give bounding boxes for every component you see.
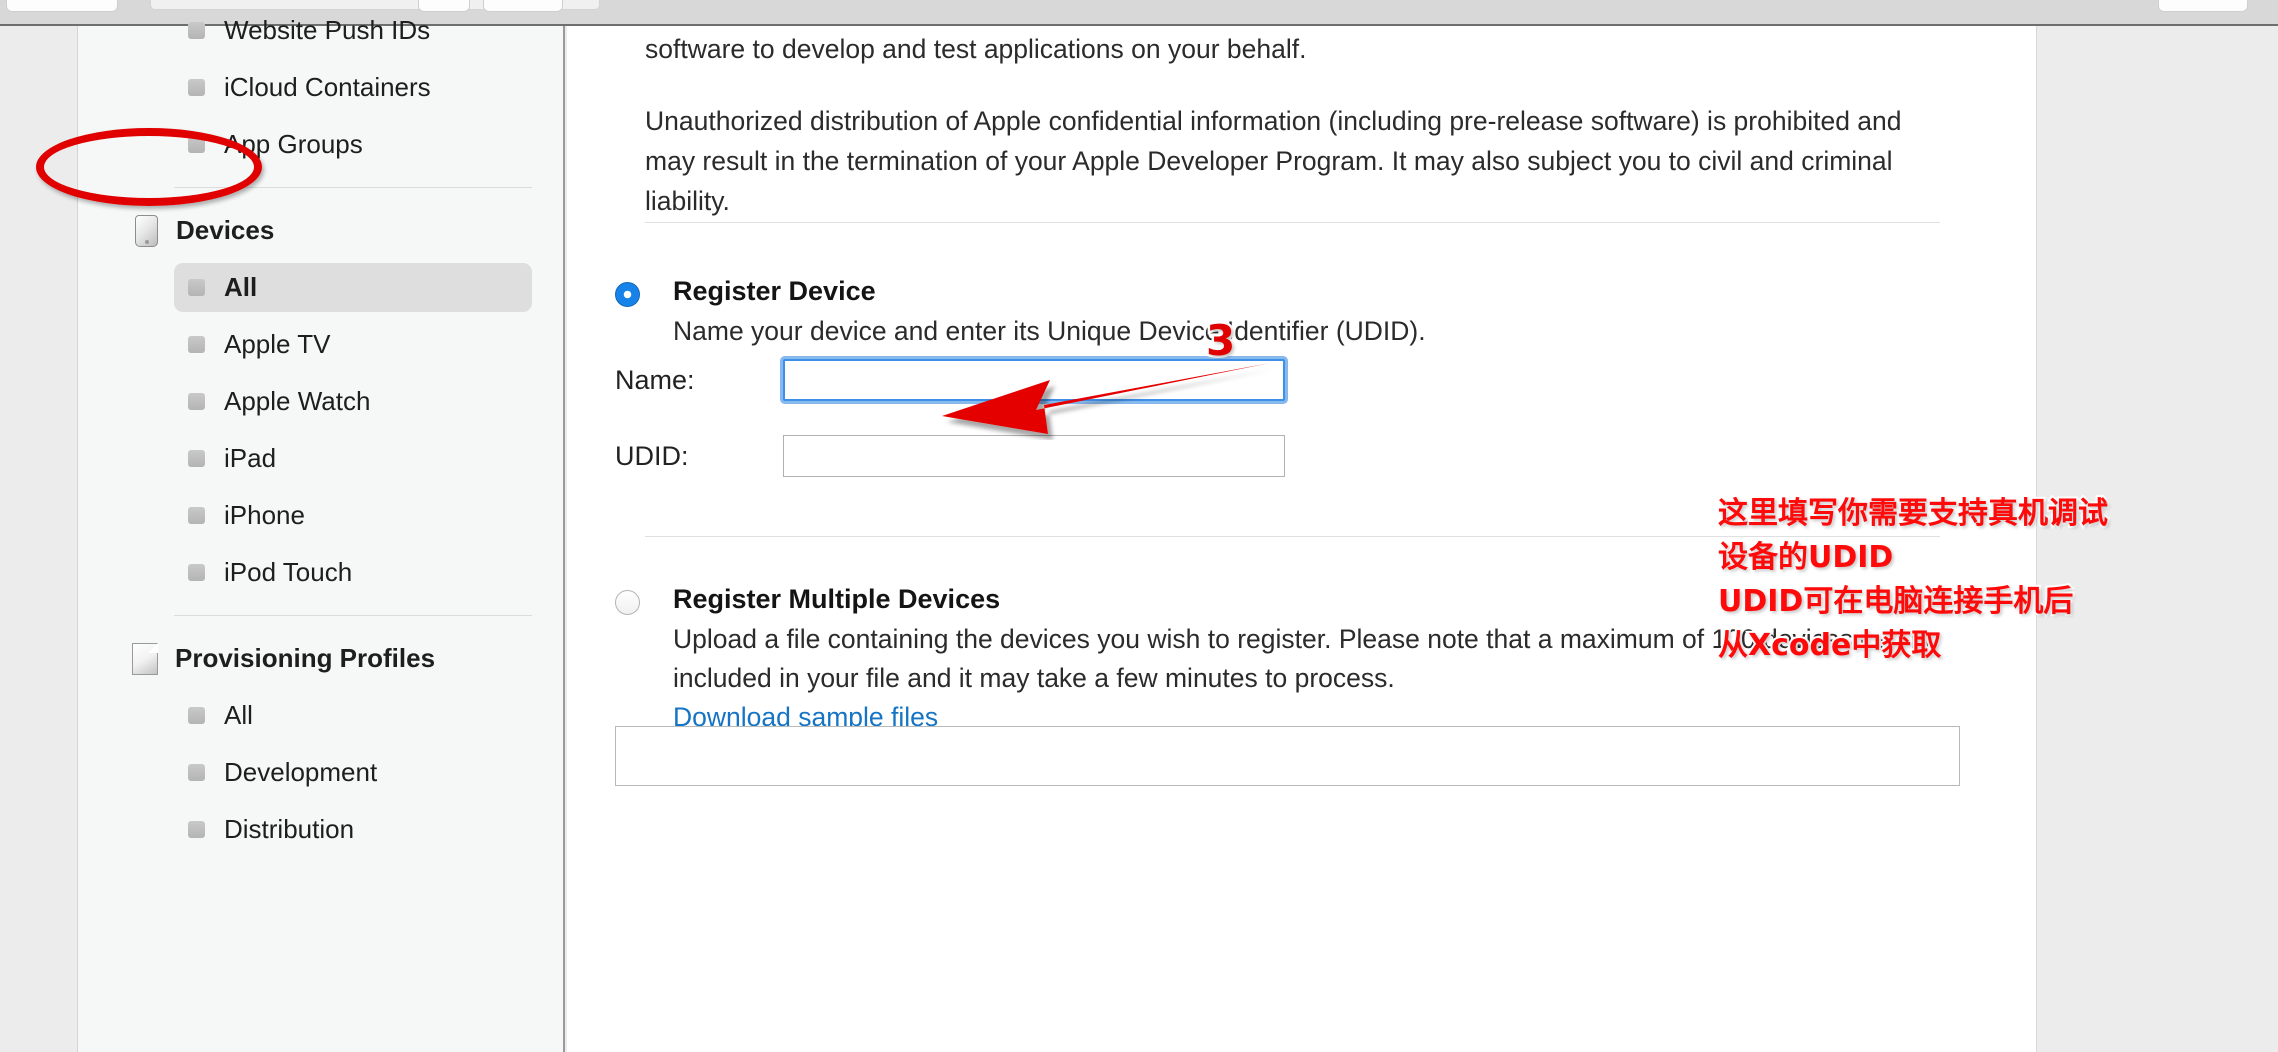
bullet-icon [188, 707, 205, 724]
register-multiple-title: Register Multiple Devices [673, 584, 1001, 614]
register-device-description: Name your device and enter its Unique De… [673, 316, 1426, 346]
bullet-icon [188, 393, 205, 410]
sidebar-item-profiles-development[interactable]: Development [78, 744, 563, 801]
sidebar-item-profiles-distribution[interactable]: Distribution [78, 801, 563, 858]
sidebar: Website Push IDs iCloud Containers App G… [77, 15, 565, 1052]
sidebar-item-label: iPad [224, 443, 277, 473]
sidebar-group-label: Devices [176, 215, 275, 245]
sidebar-item-devices-all[interactable]: All [78, 259, 563, 316]
name-input[interactable] [783, 359, 1285, 401]
bullet-icon [188, 279, 205, 296]
sidebar-item-ipod-touch[interactable]: iPod Touch [78, 544, 563, 601]
bullet-icon [188, 564, 205, 581]
bullet-icon [188, 22, 205, 39]
sidebar-group-label: Provisioning Profiles [175, 643, 436, 673]
sidebar-item-profiles-all[interactable]: All [78, 687, 563, 744]
device-icon [135, 214, 158, 247]
register-device-option[interactable]: Register Device Name your device and ent… [615, 274, 1955, 351]
register-multiple-description: Upload a file containing the devices you… [673, 624, 1940, 693]
sidebar-item-label: Apple Watch [224, 386, 371, 416]
bullet-icon [188, 450, 205, 467]
toolbar-button-tabs[interactable] [2158, 0, 2248, 12]
sidebar-item-label: All [224, 272, 258, 302]
document-icon [132, 642, 158, 675]
bullet-icon [188, 79, 205, 96]
sidebar-item-label: iPhone [224, 500, 305, 530]
section-divider-top [645, 222, 1940, 223]
sidebar-item-label: iCloud Containers [224, 72, 431, 102]
sidebar-item-label: Development [224, 757, 378, 787]
sidebar-item-label: Apple TV [224, 329, 331, 359]
section-divider-bottom [645, 536, 1940, 537]
sidebar-item-label: iPod Touch [224, 557, 353, 587]
udid-input[interactable] [783, 435, 1285, 477]
sidebar-item-label: Distribution [224, 814, 355, 844]
sidebar-item-icloud-containers[interactable]: iCloud Containers [78, 59, 563, 116]
register-multiple-radio[interactable] [615, 590, 640, 615]
app-window: Website Push IDs iCloud Containers App G… [0, 0, 2278, 1052]
sidebar-item-app-groups[interactable]: App Groups [78, 116, 563, 173]
register-device-radio[interactable] [615, 282, 640, 307]
udid-form-row: UDID: [615, 432, 1955, 480]
bullet-icon [188, 136, 205, 153]
sidebar-divider [174, 615, 532, 616]
intro-paragraph-clipped: software to develop and test application… [645, 33, 1307, 64]
sidebar-item-label: App Groups [224, 129, 363, 159]
sidebar-group-provisioning-profiles[interactable]: Provisioning Profiles [78, 630, 563, 687]
udid-label: UDID: [615, 440, 689, 471]
bullet-icon [188, 821, 205, 838]
register-device-title: Register Device [673, 276, 876, 306]
sidebar-item-label: Website Push IDs [224, 15, 431, 45]
sidebar-group-devices[interactable]: Devices [78, 202, 563, 259]
unauthorized-paragraph: Unauthorized distribution of Apple confi… [645, 105, 1902, 216]
sidebar-item-apple-watch[interactable]: Apple Watch [78, 373, 563, 430]
sidebar-divider [174, 187, 532, 188]
sidebar-list: Website Push IDs iCloud Containers App G… [78, 15, 563, 858]
sidebar-item-apple-tv[interactable]: Apple TV [78, 316, 563, 373]
bullet-icon [188, 764, 205, 781]
name-form-row: Name: [615, 356, 1955, 404]
bullet-icon [188, 507, 205, 524]
sidebar-item-ipad[interactable]: iPad [78, 430, 563, 487]
main-content: software to develop and test application… [567, 26, 2037, 1052]
register-multiple-devices-option[interactable]: Register Multiple Devices Upload a file … [615, 582, 1955, 737]
bullet-icon [188, 336, 205, 353]
sidebar-item-label: All [224, 700, 253, 730]
sidebar-item-website-push-ids[interactable]: Website Push IDs [78, 2, 563, 59]
name-label: Name: [615, 364, 695, 395]
file-upload-box[interactable] [615, 726, 1960, 786]
sidebar-item-iphone[interactable]: iPhone [78, 487, 563, 544]
